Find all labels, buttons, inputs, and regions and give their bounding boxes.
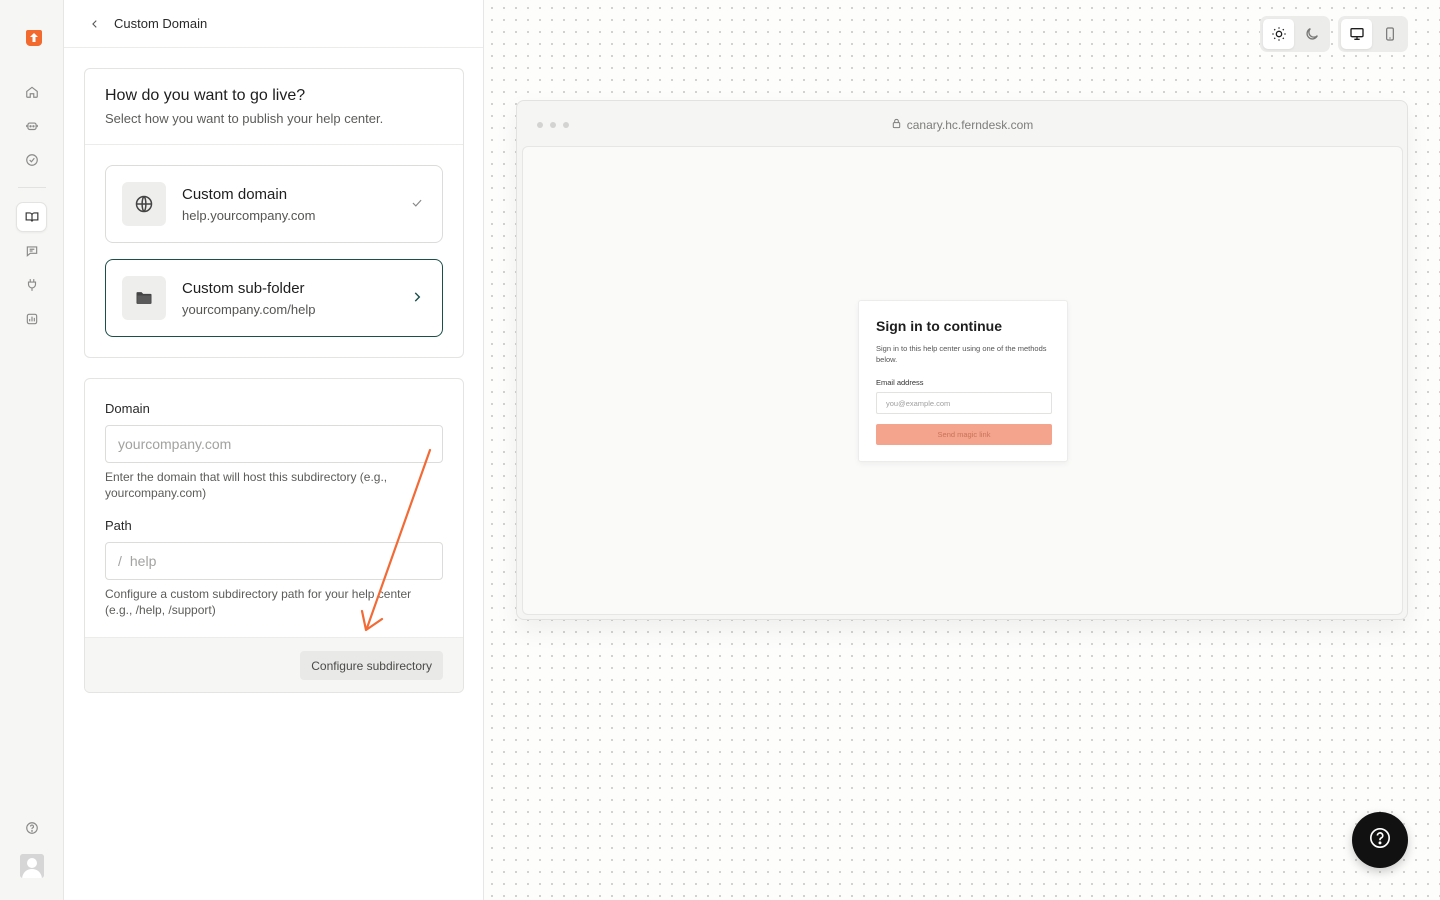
preview-canvas: canary.hc.ferndesk.com Sign in to contin…: [484, 0, 1440, 900]
monitor-icon[interactable]: [1341, 19, 1372, 49]
smartphone-icon[interactable]: [1374, 19, 1405, 49]
subdirectory-form-card: Domain yourcompany.com Enter the domain …: [84, 378, 464, 693]
chart-icon[interactable]: [16, 304, 47, 334]
option-subtitle: yourcompany.com/help: [182, 301, 316, 317]
icon-sidebar: [0, 0, 64, 900]
help-chat-button[interactable]: [1352, 812, 1408, 868]
moon-icon[interactable]: [1296, 19, 1327, 49]
email-field[interactable]: you@example.com: [876, 392, 1052, 414]
go-live-subtitle: Select how you want to publish your help…: [105, 111, 384, 126]
form-footer: Configure subdirectory: [85, 637, 463, 692]
email-label: Email address: [876, 378, 924, 387]
go-live-title: How do you want to go live?: [105, 87, 306, 104]
domain-label: Domain: [105, 401, 150, 416]
signin-title: Sign in to continue: [876, 318, 1002, 334]
brand-logo-icon[interactable]: [24, 28, 44, 48]
signin-card: Sign in to continue Sign in to this help…: [858, 300, 1068, 462]
option-title: Custom domain: [182, 185, 288, 203]
rail-divider: [18, 187, 46, 188]
folder-icon: [122, 276, 166, 320]
option-custom-sub-folder[interactable]: Custom sub-folder yourcompany.com/help: [105, 259, 443, 337]
book-open-icon[interactable]: [16, 202, 47, 232]
globe-icon: [122, 182, 166, 226]
sun-icon[interactable]: [1263, 19, 1294, 49]
avatar[interactable]: [20, 854, 44, 878]
bot-icon[interactable]: [16, 111, 47, 141]
chevron-right-icon: [410, 290, 424, 309]
custom-domain-panel: Custom Domain How do you want to go live…: [64, 0, 484, 900]
send-magic-link-button[interactable]: Send magic link: [876, 424, 1052, 445]
question-mark-icon: [1369, 827, 1391, 854]
check-icon: [410, 196, 424, 215]
home-icon[interactable]: [16, 77, 47, 107]
lock-icon: [891, 118, 902, 132]
address-bar: canary.hc.ferndesk.com: [517, 118, 1407, 132]
check-circle-icon[interactable]: [16, 145, 47, 175]
browser-preview-frame: canary.hc.ferndesk.com Sign in to contin…: [516, 100, 1408, 620]
option-custom-domain[interactable]: Custom domain help.yourcompany.com: [105, 165, 443, 243]
device-toggle: [1338, 16, 1408, 52]
theme-toggle: [1260, 16, 1330, 52]
configure-subdirectory-button[interactable]: Configure subdirectory: [300, 651, 443, 680]
path-input[interactable]: / help: [105, 542, 443, 580]
panel-header: Custom Domain: [64, 0, 483, 48]
preview-viewport: Sign in to continue Sign in to this help…: [522, 146, 1403, 615]
path-prefix: /: [118, 553, 122, 569]
chevron-left-icon[interactable]: [88, 17, 102, 31]
path-value: help: [129, 553, 157, 569]
page-title: Custom Domain: [114, 16, 208, 31]
option-title: Custom sub-folder: [182, 279, 305, 297]
preview-url: canary.hc.ferndesk.com: [906, 118, 1034, 132]
chat-icon[interactable]: [16, 236, 47, 266]
go-live-card: How do you want to go live? Select how y…: [84, 68, 464, 358]
path-help-text: Configure a custom subdirectory path for…: [105, 587, 412, 617]
help-circle-icon[interactable]: [16, 813, 47, 843]
path-label: Path: [105, 518, 132, 533]
signin-subtitle: Sign in to this help center using one of…: [876, 344, 1047, 364]
plug-icon[interactable]: [16, 270, 47, 300]
domain-input[interactable]: yourcompany.com: [105, 425, 443, 463]
option-subtitle: help.yourcompany.com: [182, 207, 316, 223]
domain-help-text: Enter the domain that will host this sub…: [105, 470, 388, 500]
